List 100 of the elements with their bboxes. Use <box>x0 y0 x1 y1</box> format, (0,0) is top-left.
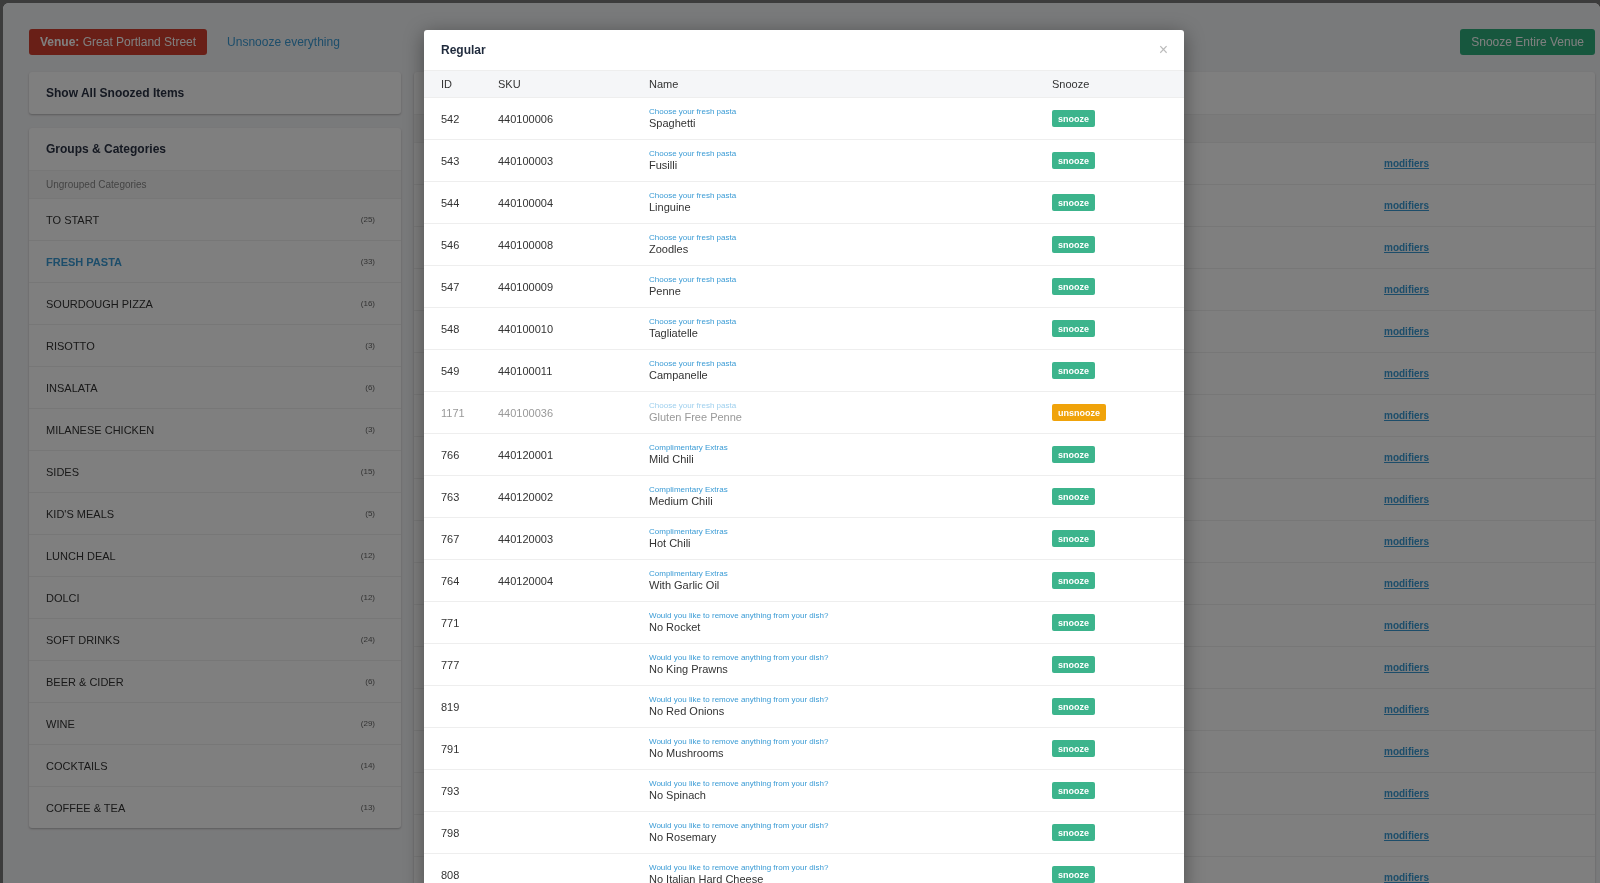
snooze-button[interactable]: snooze <box>1052 614 1095 631</box>
venue-button[interactable]: Venue: Great Portland Street <box>29 29 208 55</box>
category-item[interactable]: TO START (25) <box>29 198 401 240</box>
category-item[interactable]: BEER & CIDER (6) <box>29 660 401 702</box>
category-count: (33) <box>360 257 375 266</box>
modifier-group: Choose your fresh pasta <box>649 107 1052 117</box>
modifiers-link[interactable]: modifiers <box>1384 200 1429 211</box>
category-name: COFFEE & TEA <box>46 801 126 814</box>
item-name: Linguine <box>649 200 692 214</box>
unsnooze-everything-link[interactable]: Unsnooze everything <box>227 35 340 49</box>
show-all-card[interactable]: Show All Snoozed Items <box>29 72 401 114</box>
category-count: (24) <box>360 635 375 644</box>
item-name: No King Prawns <box>649 662 729 676</box>
category-item[interactable]: MILANESE CHICKEN (3) <box>29 408 401 450</box>
id-cell-text: 793 <box>441 784 461 797</box>
category-count: (16) <box>360 299 375 308</box>
category-item[interactable]: LUNCH DEAL (12) <box>29 534 401 576</box>
modifiers-link[interactable]: modifiers <box>1384 242 1429 253</box>
modifiers-link[interactable]: modifiers <box>1384 662 1429 673</box>
snooze-button[interactable]: snooze <box>1052 320 1095 337</box>
snooze-button[interactable]: snooze <box>1052 656 1095 673</box>
modifiers-link[interactable]: modifiers <box>1384 452 1429 463</box>
snooze-button[interactable]: snooze <box>1052 446 1095 463</box>
item-name: Gluten Free Penne <box>649 410 743 424</box>
item-name: Spaghetti <box>649 116 697 130</box>
snooze-button[interactable]: snooze <box>1052 110 1095 127</box>
snooze-button[interactable]: unsnooze <box>1052 404 1106 421</box>
modifiers-link[interactable]: modifiers <box>1384 830 1429 841</box>
modifiers-link[interactable]: modifiers <box>1384 284 1429 295</box>
category-item[interactable]: FRESH PASTA (33) <box>29 240 401 282</box>
modifier-group: Choose your fresh pasta <box>649 275 1052 285</box>
category-name: TO START <box>46 213 100 226</box>
snooze-button[interactable]: snooze <box>1052 236 1095 253</box>
modifier-group: Would you like to remove anything from your dish? <box>649 611 1052 621</box>
item-name: Campanelle <box>649 368 709 382</box>
snooze-button[interactable]: snooze <box>1052 152 1095 169</box>
modifiers-link[interactable]: modifiers <box>1384 368 1429 379</box>
modifiers-link[interactable]: modifiers <box>1384 704 1429 715</box>
modifier-group: Would you like to remove anything from your dish? <box>649 863 1052 873</box>
modifier-group: Complimentary Extras <box>649 485 1052 495</box>
category-item[interactable]: SOURDOUGH PIZZA (16) <box>29 282 401 324</box>
item-name: No Red Onions <box>649 704 726 718</box>
modifiers-link[interactable]: modifiers <box>1384 158 1429 169</box>
category-item[interactable]: COFFEE & TEA (13) <box>29 786 401 828</box>
snooze-button[interactable]: snooze <box>1052 866 1095 883</box>
snooze-button[interactable]: snooze <box>1052 362 1095 379</box>
modifiers-link[interactable]: modifiers <box>1384 578 1429 589</box>
modifier-group: Choose your fresh pasta <box>649 149 1052 159</box>
snooze-venue-button[interactable]: Snooze Entire Venue <box>1460 29 1595 55</box>
category-item[interactable]: SIDES (15) <box>29 450 401 492</box>
snooze-button[interactable]: snooze <box>1052 530 1095 547</box>
category-item[interactable]: WINE (29) <box>29 702 401 744</box>
snooze-button[interactable]: snooze <box>1052 782 1095 799</box>
modifiers-link[interactable]: modifiers <box>1384 536 1429 547</box>
category-count: (13) <box>360 803 375 812</box>
snooze-button[interactable]: snooze <box>1052 488 1095 505</box>
category-name: DOLCI <box>46 591 80 604</box>
column-header: Name <box>649 78 680 90</box>
modifiers-link[interactable]: modifiers <box>1384 788 1429 799</box>
item-name: Penne <box>649 284 682 298</box>
snooze-button[interactable]: snooze <box>1052 278 1095 295</box>
category-count: (25) <box>360 215 375 224</box>
modifiers-link[interactable]: modifiers <box>1384 326 1429 337</box>
modifier-group: Choose your fresh pasta <box>649 233 1052 243</box>
category-count: (6) <box>365 677 375 686</box>
modifier-group: Choose your fresh pasta <box>649 191 1052 201</box>
close-button[interactable]: × <box>1158 41 1168 59</box>
modifiers-link[interactable]: modifiers <box>1384 872 1429 883</box>
sku-cell-text: 440100009 <box>498 280 555 293</box>
category-count: (3) <box>365 341 375 350</box>
id-cell-text: 771 <box>441 616 461 629</box>
category-item[interactable]: SOFT DRINKS (24) <box>29 618 401 660</box>
snooze-button[interactable]: snooze <box>1052 194 1095 211</box>
modifier-group: Choose your fresh pasta <box>649 317 1052 327</box>
item-name: No Rosemary <box>649 830 718 844</box>
category-count: (5) <box>365 509 375 518</box>
modifiers-link[interactable]: modifiers <box>1384 410 1429 421</box>
modifier-group: Would you like to remove anything from your dish? <box>649 653 1052 663</box>
category-name: SIDES <box>46 465 79 478</box>
modifiers-link[interactable]: modifiers <box>1384 494 1429 505</box>
snooze-button[interactable]: snooze <box>1052 572 1095 589</box>
snooze-button[interactable]: snooze <box>1052 824 1095 841</box>
id-cell-text: 547 <box>441 280 461 293</box>
id-cell-text: 549 <box>441 364 461 377</box>
snooze-button[interactable]: snooze <box>1052 740 1095 757</box>
item-name: With Garlic Oil <box>649 578 721 592</box>
sku-cell-text: 440100008 <box>498 238 555 251</box>
item-name: Medium Chili <box>649 494 714 508</box>
category-item[interactable]: KID'S MEALS (5) <box>29 492 401 534</box>
id-cell-text: 542 <box>441 112 461 125</box>
snooze-button[interactable]: snooze <box>1052 698 1095 715</box>
id-cell-text: 766 <box>441 448 461 461</box>
modifiers-link[interactable]: modifiers <box>1384 620 1429 631</box>
category-item[interactable]: COCKTAILS (14) <box>29 744 401 786</box>
category-count: (12) <box>360 593 375 602</box>
category-item[interactable]: DOLCI (12) <box>29 576 401 618</box>
modifiers-link[interactable]: modifiers <box>1384 746 1429 757</box>
category-item[interactable]: INSALATA (6) <box>29 366 401 408</box>
id-cell-text: 543 <box>441 154 461 167</box>
category-item[interactable]: RISOTTO (3) <box>29 324 401 366</box>
